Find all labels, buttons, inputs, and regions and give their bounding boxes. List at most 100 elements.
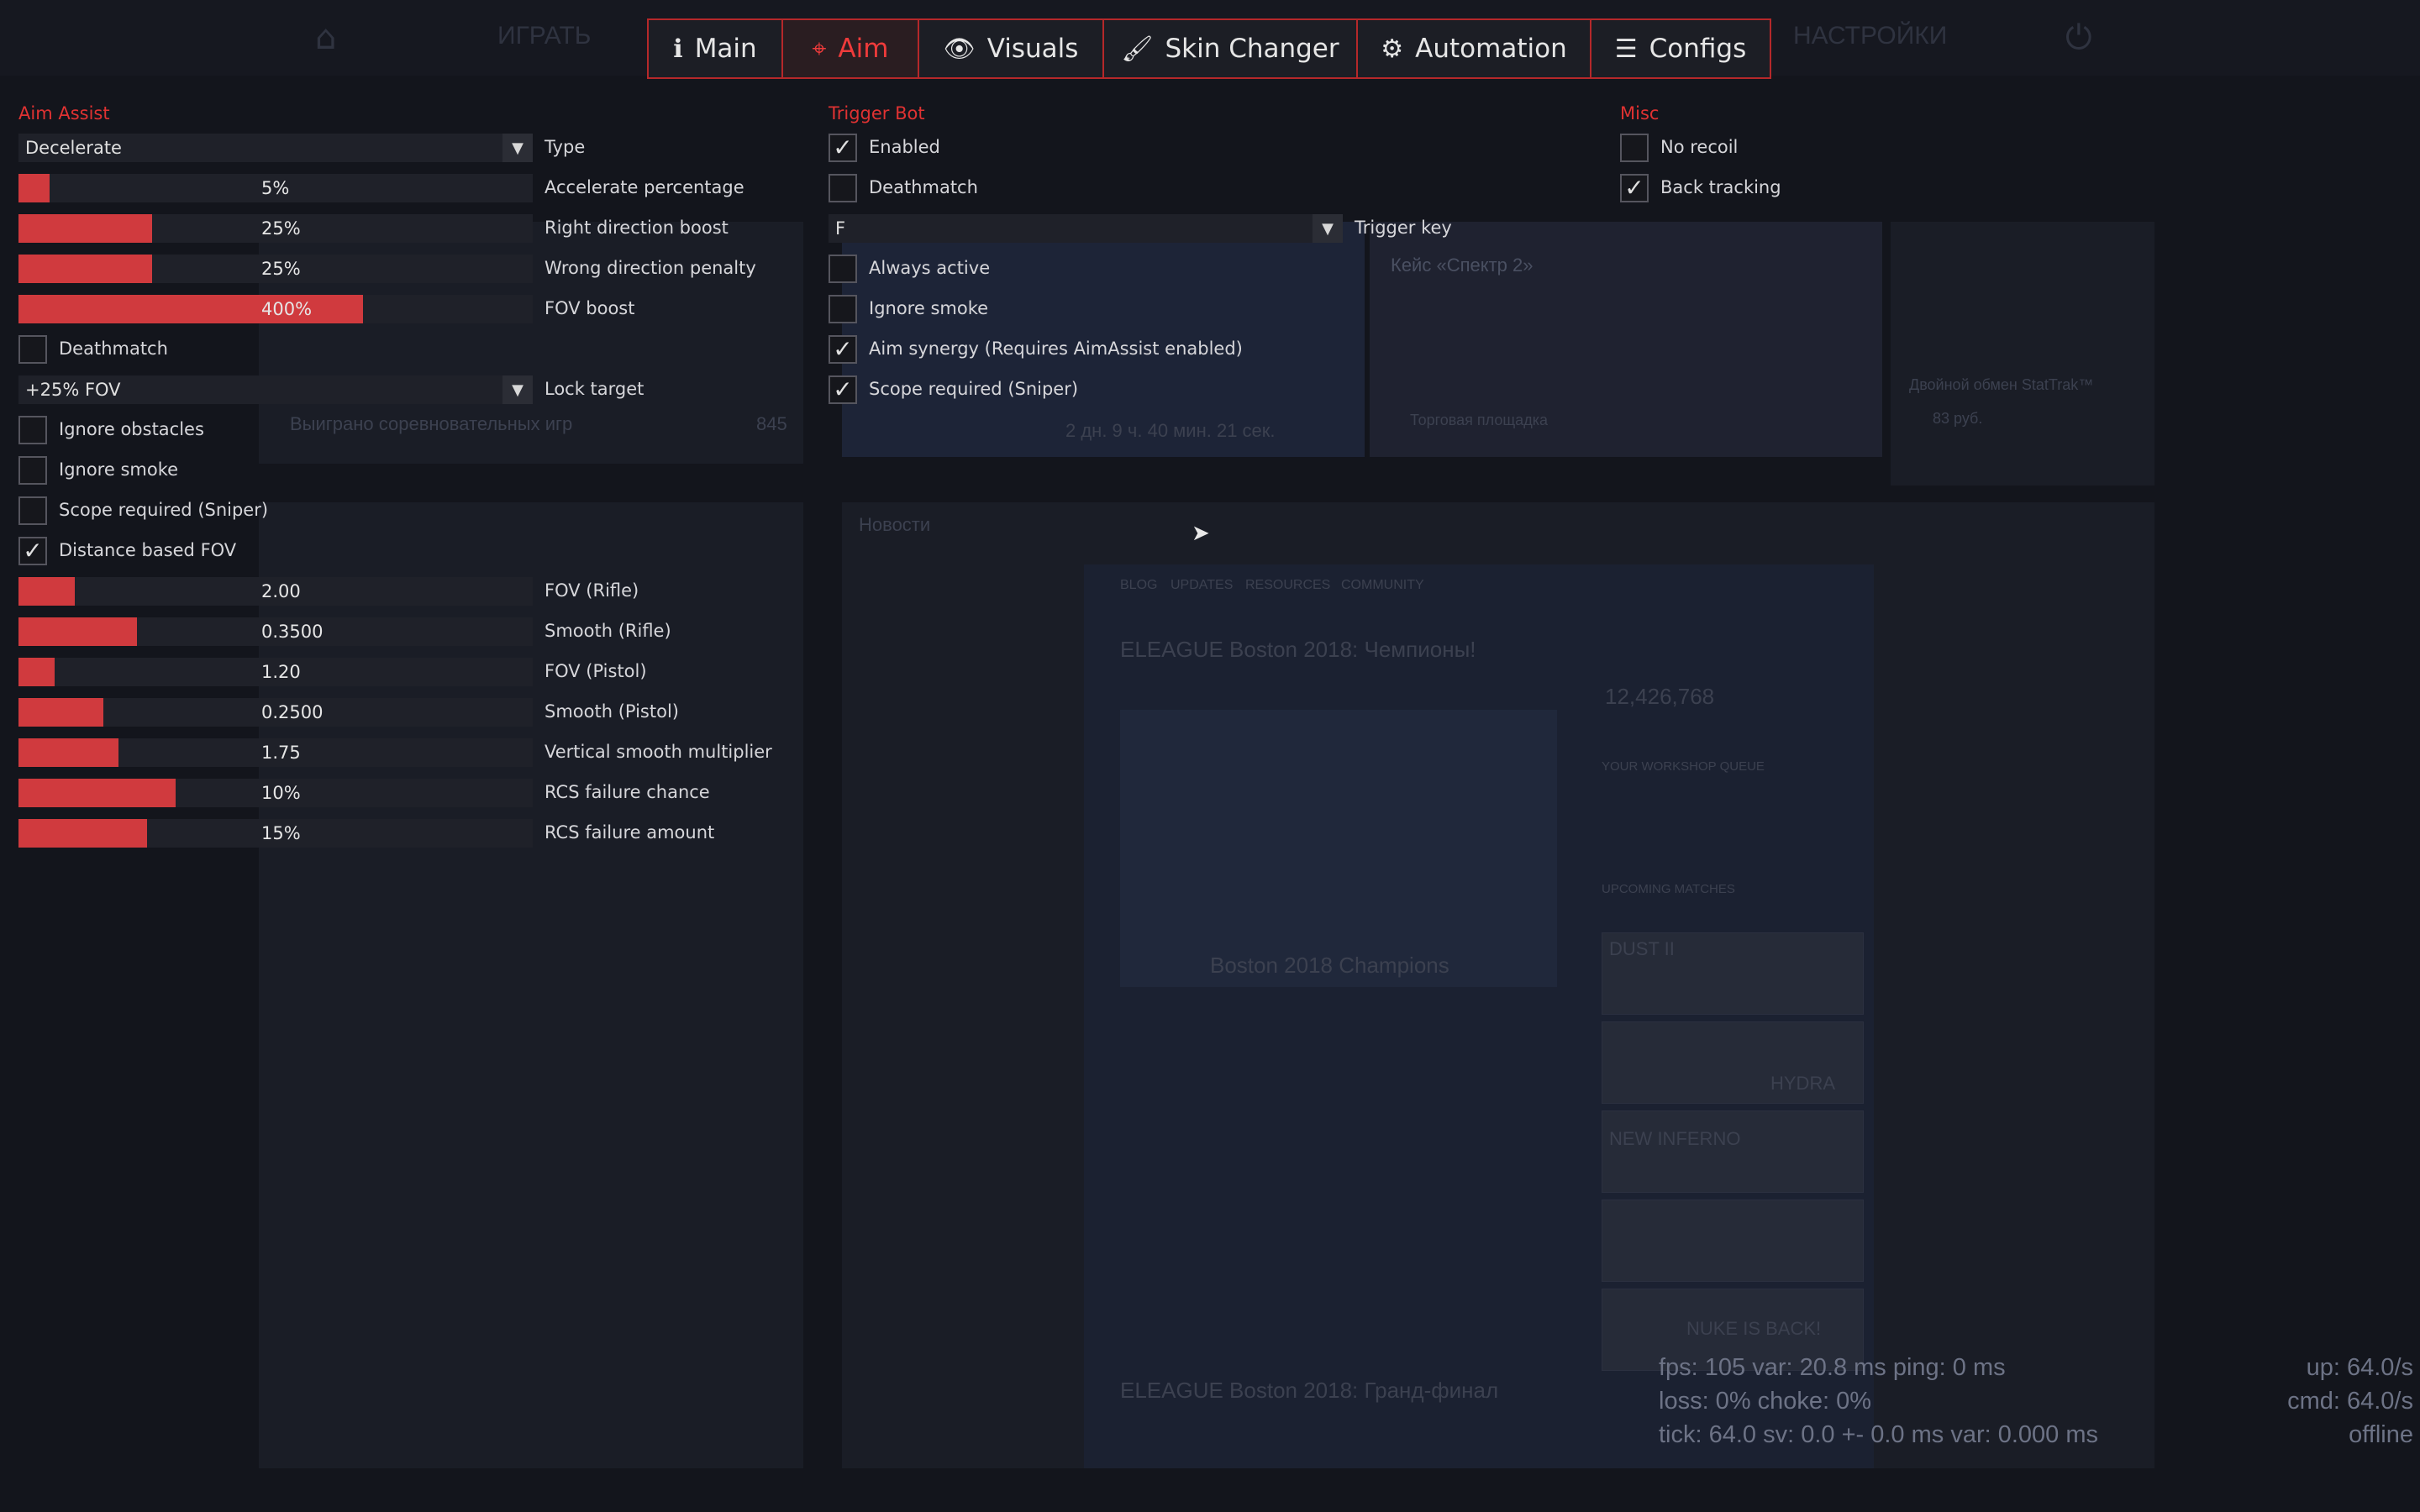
checkbox[interactable]: ✓: [1620, 134, 1649, 162]
power-icon[interactable]: ⏻: [2065, 18, 2092, 57]
bg-article-caption: Boston 2018 Champions: [1210, 953, 1449, 978]
slider-label: FOV (Rifle): [544, 580, 639, 601]
bg-blog-nav-1: UPDATES: [1171, 578, 1234, 592]
bg-article-title2: ELEAGUE Boston 2018: Гранд-финал: [1120, 1378, 1499, 1403]
tab-label: Aim: [838, 34, 889, 64]
mouse-cursor-icon: ➤: [1192, 521, 1210, 546]
tab-label: Configs: [1649, 34, 1747, 64]
slider-label: FOV boost: [544, 298, 635, 318]
checkbox-label: Always active: [869, 258, 991, 278]
check-icon: ✓: [833, 335, 853, 363]
slider-value: 25%: [261, 259, 301, 279]
bg-blog-nav-2: RESOURCES: [1245, 578, 1331, 592]
tab-label: Skin Changer: [1165, 34, 1339, 64]
slider-label: Wrong direction penalty: [544, 258, 756, 278]
bg-workshop-queue: YOUR WORKSHOP QUEUE: [1602, 759, 1765, 774]
bg-market: Торговая площадка: [1410, 412, 1548, 428]
checkbox[interactable]: ✓: [18, 416, 47, 444]
type-combo[interactable]: Decelerate ▼: [18, 134, 533, 162]
slider-value: 5%: [261, 178, 290, 198]
slider[interactable]: 25%: [18, 255, 533, 283]
net-graph: fps: 105 var: 20.8 ms ping: 0 ms loss: 0…: [1647, 1354, 2420, 1463]
slider[interactable]: 5%: [18, 174, 533, 202]
checkbox-label: Ignore obstacles: [59, 419, 204, 439]
slider[interactable]: 0.3500: [18, 617, 533, 646]
lock-target-combo[interactable]: +25% FOV ▼: [18, 375, 533, 404]
trigger-key-combo[interactable]: F ▼: [829, 214, 1343, 243]
slider-fill: [18, 738, 119, 767]
slider-fill: [18, 698, 103, 727]
trigger-key-label: Trigger key: [1355, 218, 1452, 238]
checkbox[interactable]: ✓: [829, 174, 857, 202]
play-nav[interactable]: ИГРАТЬ: [497, 22, 592, 50]
slider-label: Accelerate percentage: [544, 177, 744, 197]
slider-value: 2.00: [261, 581, 301, 601]
tab-visuals[interactable]: 👁 Visuals: [919, 20, 1104, 77]
slider-fill: [18, 255, 153, 283]
lock-target-value: +25% FOV: [25, 380, 121, 400]
deathmatch-row[interactable]: ✓: [18, 335, 47, 364]
slider-fill: [18, 819, 147, 848]
type-value: Decelerate: [25, 138, 122, 158]
bg-won-games: Выиграно соревновательных игр: [290, 413, 573, 434]
slider[interactable]: 0.2500: [18, 698, 533, 727]
home-icon[interactable]: ⌂: [315, 18, 336, 57]
checkbox[interactable]: ✓: [1620, 174, 1649, 202]
slider-value: 15%: [261, 823, 301, 843]
slider-label: Right direction boost: [544, 218, 729, 238]
check-icon: ✓: [833, 375, 853, 403]
tab-main[interactable]: ℹ Main: [649, 20, 783, 77]
checkbox[interactable]: ✓: [18, 537, 47, 565]
net-graph-line: loss: 0% choke: 0%: [1659, 1388, 1872, 1415]
check-icon: ✓: [833, 134, 853, 161]
checkbox[interactable]: ✓: [829, 335, 857, 364]
tab-automation[interactable]: ⚙ Automation: [1358, 20, 1591, 77]
bg-article-photo: [1120, 710, 1557, 987]
net-graph-line: up: 64.0/s: [2306, 1354, 2413, 1381]
sliders-icon: ☰: [1614, 34, 1638, 64]
slider-label: Smooth (Rifle): [544, 621, 671, 641]
deathmatch-checkbox[interactable]: ✓: [18, 335, 47, 364]
slider-fill: [18, 577, 76, 606]
slider-label: FOV (Pistol): [544, 661, 647, 681]
checkbox-label: Distance based FOV: [59, 540, 237, 560]
slider[interactable]: 1.75: [18, 738, 533, 767]
slider-value: 1.75: [261, 743, 301, 763]
slider[interactable]: 400%: [18, 295, 533, 323]
bg-news-title: Новости: [859, 514, 931, 535]
checkbox-label: Back tracking: [1660, 177, 1781, 197]
tab-skin-changer[interactable]: 🖌 Skin Changer: [1104, 20, 1358, 77]
checkbox[interactable]: ✓: [829, 255, 857, 283]
eye-icon: 👁: [943, 34, 976, 64]
checkbox[interactable]: ✓: [829, 375, 857, 404]
slider[interactable]: 1.20: [18, 658, 533, 686]
net-graph-line: fps: 105 var: 20.8 ms ping: 0 ms: [1659, 1354, 2006, 1381]
gears-icon: ⚙: [1381, 34, 1404, 64]
checkbox[interactable]: ✓: [18, 496, 47, 525]
slider[interactable]: 2.00: [18, 577, 533, 606]
deathmatch-label: Deathmatch: [59, 339, 168, 359]
checkbox[interactable]: ✓: [829, 134, 857, 162]
bg-match-thumb: [1602, 1200, 1864, 1282]
settings-nav[interactable]: НАСТРОЙКИ: [1793, 22, 1947, 50]
bg-stattrak-card: [1891, 222, 2154, 486]
bg-match-thumb: HYDRA: [1602, 1021, 1864, 1104]
bg-match-thumb: NEW INFERNO: [1602, 1110, 1864, 1193]
check-icon: ✓: [23, 537, 43, 564]
slider[interactable]: 15%: [18, 819, 533, 848]
checkbox[interactable]: ✓: [829, 295, 857, 323]
slider-value: 1.20: [261, 662, 301, 682]
misc-title: Misc: [1620, 103, 1660, 123]
checkbox-label: Scope required (Sniper): [59, 500, 269, 520]
tab-aim[interactable]: ⌖ Aim: [783, 20, 919, 77]
checkbox[interactable]: ✓: [18, 456, 47, 485]
slider-value: 25%: [261, 218, 301, 239]
net-graph-line: tick: 64.0 sv: 0.0 +- 0.0 ms var: 0.000 …: [1659, 1421, 2099, 1448]
bg-blog-nav-3: COMMUNITY: [1341, 578, 1424, 592]
trigger-bot-title: Trigger Bot: [829, 103, 925, 123]
slider[interactable]: 10%: [18, 779, 533, 807]
bg-friends-panel: [259, 502, 803, 1468]
tab-configs[interactable]: ☰ Configs: [1591, 20, 1770, 77]
slider[interactable]: 25%: [18, 214, 533, 243]
slider-label: RCS failure amount: [544, 822, 715, 843]
